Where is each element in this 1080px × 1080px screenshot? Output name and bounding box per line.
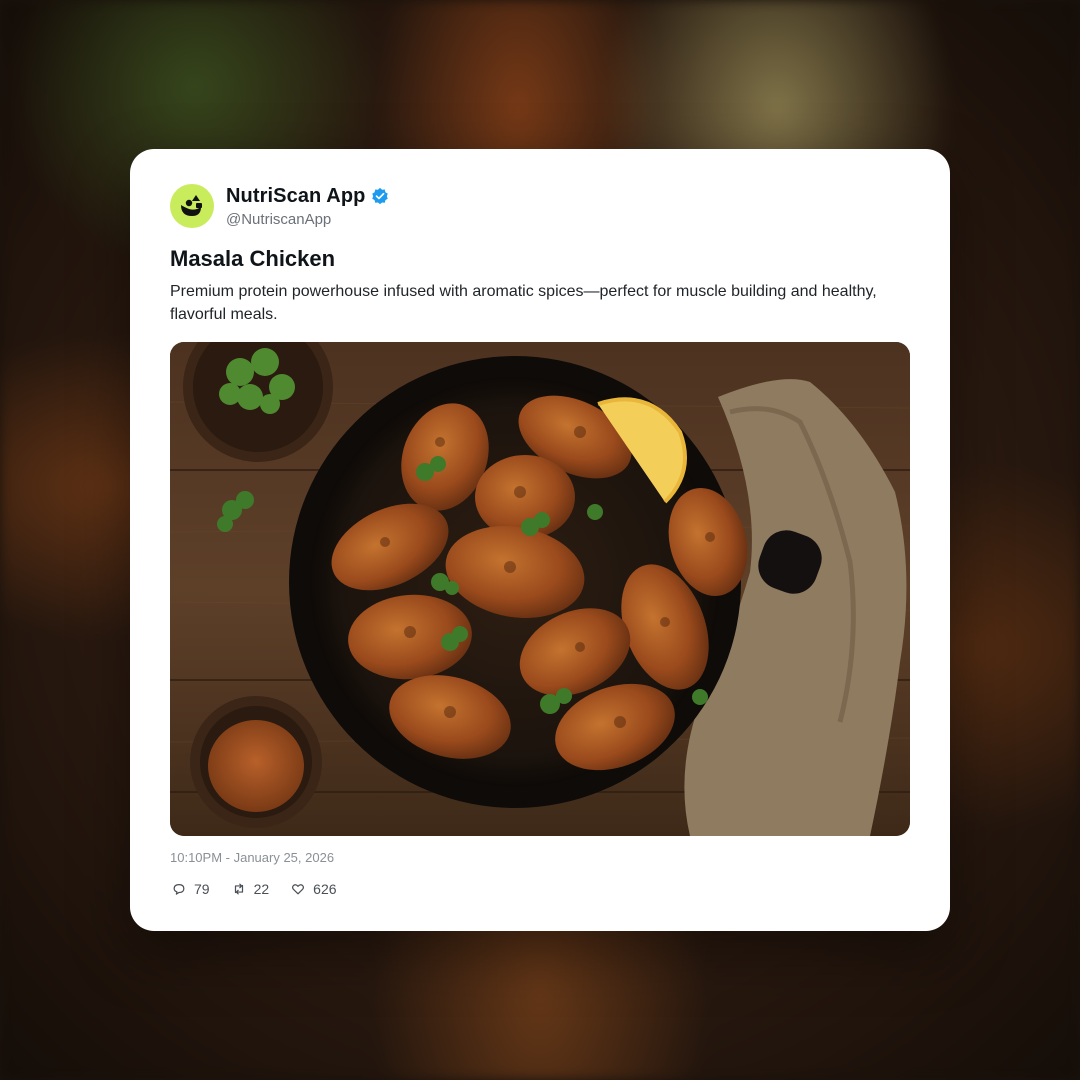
post-card: NutriScan App @NutriscanApp Masala Chick… — [130, 149, 950, 931]
heart-icon — [292, 884, 305, 895]
post-title: Masala Chicken — [170, 246, 336, 271]
avatar[interactable] — [170, 184, 214, 228]
masala-chicken-photo — [170, 342, 910, 836]
nutriscan-logo-icon — [181, 195, 202, 216]
comment-icon — [173, 884, 185, 895]
like-count: 626 — [313, 881, 337, 897]
post-image[interactable] — [170, 342, 910, 836]
post-timestamp[interactable]: 10:10PM - January 25, 2026 — [170, 850, 334, 865]
display-name[interactable]: NutriScan App — [226, 185, 365, 208]
repost-count: 22 — [253, 881, 270, 897]
verified-badge-icon — [372, 187, 389, 205]
reply-button[interactable]: 79 — [172, 881, 210, 897]
reply-count: 79 — [194, 881, 210, 897]
engagement-bar: 79 22 626 — [172, 881, 359, 897]
repost-button[interactable]: 22 — [232, 881, 270, 897]
like-button[interactable]: 626 — [291, 881, 337, 897]
account-handle[interactable]: @NutriscanApp — [226, 211, 389, 228]
post-header: NutriScan App @NutriscanApp — [170, 184, 389, 228]
repost-icon — [234, 883, 243, 895]
post-description: Premium protein powerhouse infused with … — [170, 283, 877, 323]
